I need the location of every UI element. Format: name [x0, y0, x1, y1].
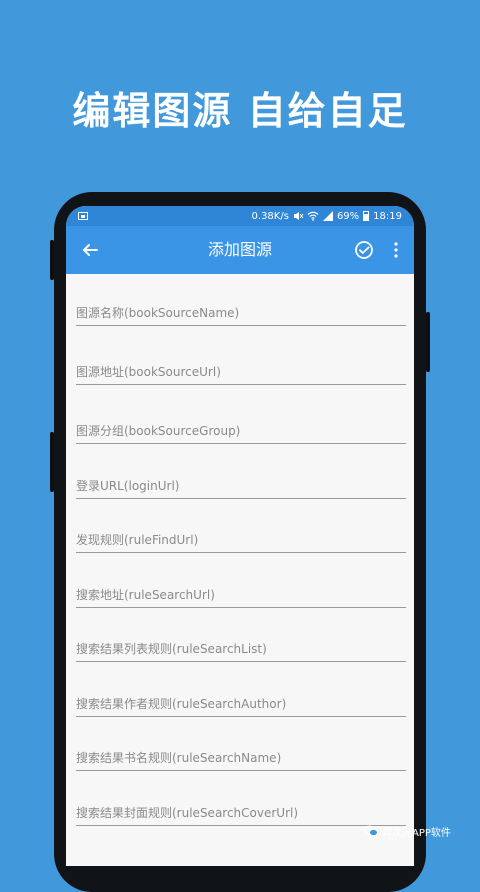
watermark-text: 异次元APP软件 [382, 827, 451, 839]
status-time: 18:19 [373, 210, 402, 222]
save-button[interactable] [350, 236, 378, 264]
login-url-input[interactable] [76, 465, 406, 499]
network-speed: 0.38K/s [251, 210, 289, 222]
power-button [426, 312, 430, 372]
rule-find-url-input[interactable] [76, 519, 406, 553]
book-source-group-input[interactable] [76, 410, 406, 444]
rule-search-list-input[interactable] [76, 628, 406, 662]
mute-icon [293, 212, 303, 220]
back-button[interactable] [76, 236, 104, 264]
rule-search-name-input[interactable] [76, 737, 406, 771]
image-icon [78, 212, 88, 220]
battery-percent: 69% [336, 210, 360, 222]
wechat-icon [364, 825, 378, 837]
signal-icon [322, 211, 333, 221]
volume-button [50, 240, 54, 280]
check-circle-icon [355, 241, 373, 259]
rule-search-cover-url-input[interactable] [76, 792, 406, 826]
status-bar: 0.38K/s 69% 18:19 [66, 206, 414, 226]
rule-search-url-input[interactable] [76, 574, 406, 608]
arrow-left-icon [83, 244, 98, 256]
bixby-button [50, 432, 54, 492]
book-source-name-input[interactable] [76, 292, 406, 326]
wifi-icon [307, 211, 319, 221]
rule-search-author-input[interactable] [76, 683, 406, 717]
watermark: 异次元APP软件 [364, 823, 451, 839]
book-source-url-input[interactable] [76, 351, 406, 385]
more-options-button[interactable] [386, 236, 406, 264]
more-vertical-icon [394, 242, 398, 258]
promo-title: 编辑图源 自给自足 [72, 89, 408, 133]
battery-icon [363, 211, 370, 221]
phone-screen: 0.38K/s 69% 18:19 添加图源 [66, 206, 414, 866]
app-bar: 添加图源 [66, 226, 414, 274]
